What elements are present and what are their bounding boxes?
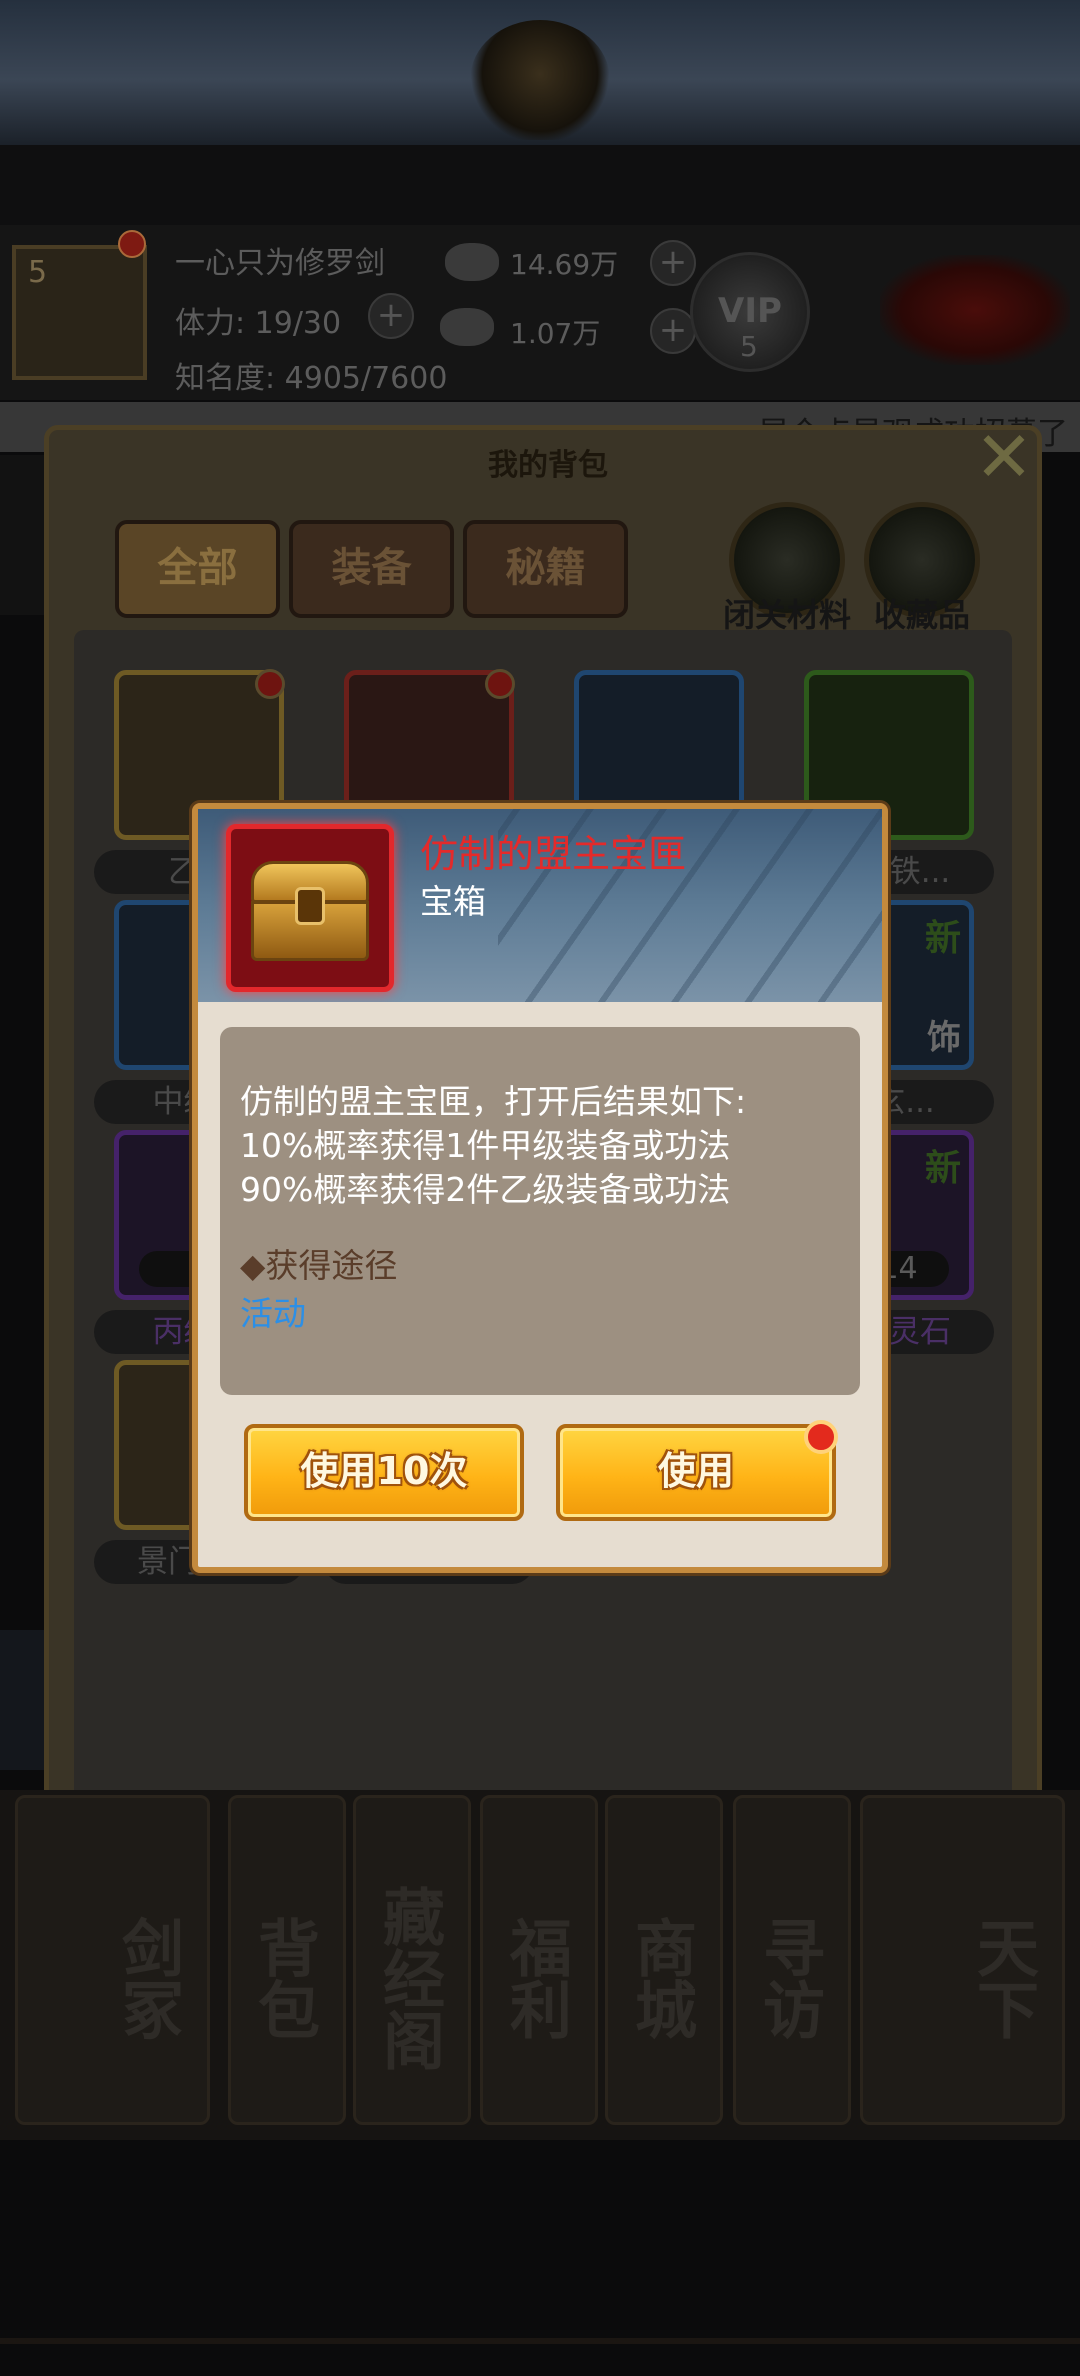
description-line: 90%概率获得2件乙级装备或功法: [240, 1170, 731, 1209]
nav-button[interactable]: 剑冢: [15, 1795, 210, 2125]
cloud-ornament-icon: [470, 20, 610, 140]
gold-amount: 1.07万: [510, 317, 601, 350]
nav-button[interactable]: 商城: [605, 1795, 723, 2125]
obtain-source-label: ◆获得途径: [240, 1246, 398, 1285]
new-badge: 新: [924, 918, 961, 959]
notification-dot-icon: [255, 669, 285, 699]
bag-title: 我的背包: [488, 448, 608, 483]
tab-equipment-label: 装备: [331, 545, 412, 591]
tab-manuals[interactable]: 秘籍: [463, 520, 628, 618]
tab-equipment[interactable]: 装备: [289, 520, 454, 618]
left-side-panel: [0, 455, 44, 615]
treasure-chest-icon: [251, 861, 369, 961]
description-line: 10%概率获得1件甲级装备或功法: [240, 1126, 731, 1165]
item-art-icon: [599, 695, 719, 815]
nav-button[interactable]: 福利: [480, 1795, 598, 2125]
item-type: 宝箱: [420, 882, 486, 921]
tab-all-label: 全部: [157, 545, 238, 591]
nav-button[interactable]: 天下: [860, 1795, 1065, 2125]
nav-button[interactable]: 背包: [228, 1795, 346, 2125]
add-stamina-button[interactable]: +: [368, 293, 414, 339]
tab-all[interactable]: 全部: [115, 520, 280, 618]
description-line: 仿制的盟主宝匣，打开后结果如下:: [240, 1082, 747, 1121]
add-silver-button[interactable]: +: [650, 240, 696, 286]
use-label: 使用: [657, 1449, 734, 1493]
notification-dot-icon: [485, 669, 515, 699]
silver-amount: 14.69万: [510, 248, 619, 281]
item-art-icon: [829, 695, 949, 815]
item-detail-dialog: 仿制的盟主宝匣 宝箱 仿制的盟主宝匣，打开后结果如下: 10%概率获得1件甲级装…: [192, 803, 888, 1573]
player-stamina: 体力: 19/30: [175, 306, 342, 341]
vip-label: VIP: [718, 291, 782, 331]
silver-ingot-icon: [445, 243, 499, 281]
nav-button[interactable]: 藏经阁: [353, 1795, 471, 2125]
tab-manuals-label: 秘籍: [505, 545, 586, 591]
use-10-times-button[interactable]: 使用10次: [244, 1424, 524, 1521]
item-description-box: 仿制的盟主宝匣，打开后结果如下: 10%概率获得1件甲级装备或功法 90%概率获…: [220, 1027, 860, 1395]
item-tag: 饰: [927, 1018, 961, 1058]
use-button[interactable]: 使用: [556, 1420, 838, 1521]
player-name: 一心只为修罗剑: [175, 246, 385, 281]
notification-dot-icon: [804, 1420, 838, 1454]
use-10-times-label: 使用10次: [300, 1449, 468, 1493]
player-fame: 知名度: 4905/7600: [175, 361, 448, 396]
vip-level: 5: [740, 330, 758, 363]
gold-ingot-icon: [440, 308, 494, 346]
left-side-button: [0, 1630, 44, 1770]
nav-button[interactable]: 寻访: [733, 1795, 851, 2125]
close-icon[interactable]: ✕: [969, 422, 1039, 497]
obtain-source-link[interactable]: 活动: [240, 1287, 306, 1335]
gift-pack-icon[interactable]: [880, 255, 1070, 365]
player-level: 5: [28, 255, 48, 290]
dialog-header: 仿制的盟主宝匣 宝箱: [198, 809, 882, 1002]
notification-dot-icon: [118, 230, 146, 258]
item-title: 仿制的盟主宝匣: [420, 832, 687, 876]
item-art-icon: [369, 695, 489, 815]
new-badge: 新: [924, 1148, 961, 1189]
bottom-divider: [0, 2338, 1080, 2344]
item-art-icon: [139, 695, 259, 815]
item-icon-frame: [226, 824, 394, 992]
